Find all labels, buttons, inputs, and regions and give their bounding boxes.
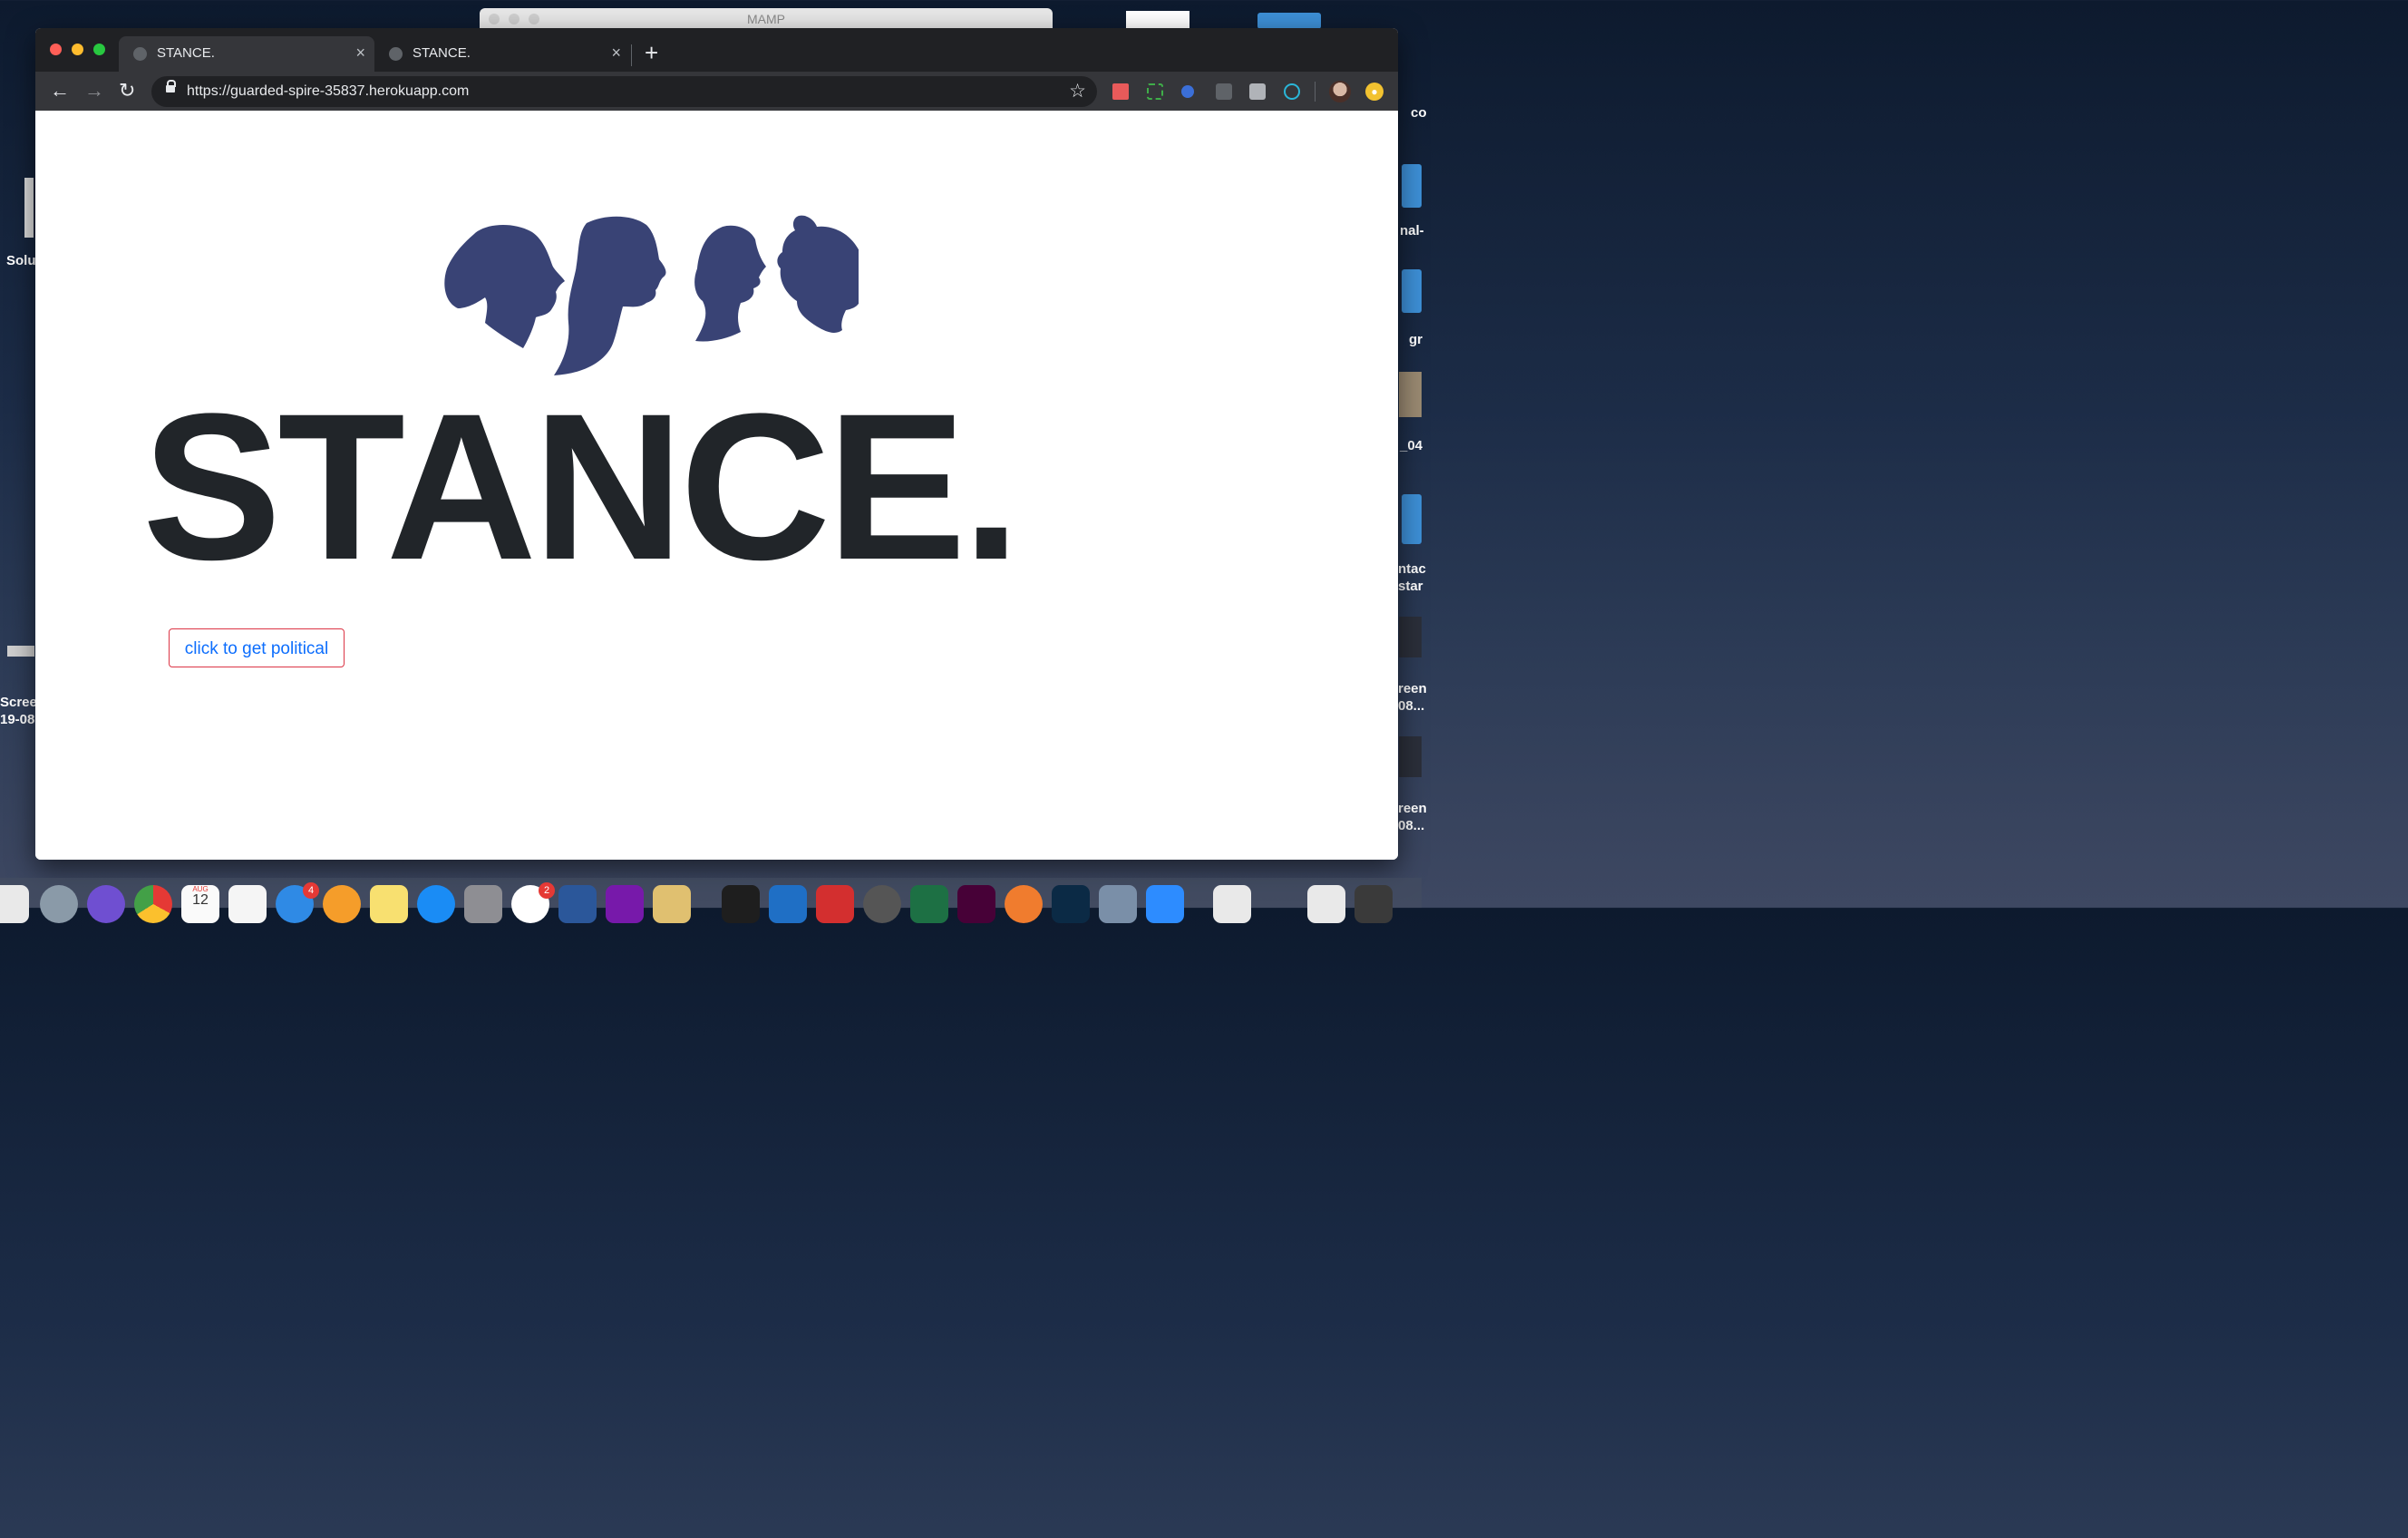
url-text[interactable]: https://guarded-spire-35837.herokuapp.co… (187, 83, 469, 100)
bookmark-star-icon[interactable]: ☆ (1069, 80, 1086, 102)
close-window-button[interactable] (50, 44, 62, 55)
siri-icon[interactable] (87, 885, 125, 923)
tab-divider (631, 44, 632, 66)
folder-icon[interactable] (1402, 494, 1422, 544)
desktop-item-label[interactable]: star (1398, 579, 1423, 594)
silhouette-long-hair (554, 216, 666, 375)
desktop-item-label[interactable]: 08... (1398, 818, 1424, 833)
app-store-icon[interactable] (417, 885, 455, 923)
postman-icon[interactable] (1005, 885, 1043, 923)
zoom-window-button[interactable] (93, 44, 105, 55)
page-viewport: STANCE. click to get political (35, 111, 1398, 860)
browser-window: STANCE. × STANCE. × + ← → ↻ https://guar… (35, 28, 1398, 860)
profile-avatar[interactable] (1329, 81, 1351, 102)
finder-icon[interactable] (0, 885, 29, 923)
extension-record-icon[interactable] (1112, 83, 1129, 100)
recent-document-icon[interactable] (1307, 885, 1345, 923)
word-icon[interactable] (558, 885, 597, 923)
folder-icon[interactable] (1402, 269, 1422, 313)
get-political-button[interactable]: click to get political (169, 628, 345, 667)
system-preferences-icon[interactable] (464, 885, 502, 923)
chrome-icon[interactable] (134, 885, 172, 923)
desktop-file[interactable] (7, 646, 34, 657)
desktop-item-label[interactable]: reen (1398, 681, 1427, 696)
silhouette-short-hair (694, 225, 766, 342)
desktop-thumbnail[interactable] (1126, 11, 1189, 29)
lock-icon (166, 80, 176, 92)
silhouette-ponytail (444, 224, 565, 348)
globe-icon (133, 47, 147, 61)
acrobat-icon[interactable] (816, 885, 854, 923)
desktop-item-label[interactable]: Scree (0, 695, 37, 710)
browser-toolbar: ← → ↻ https://guarded-spire-35837.heroku… (35, 72, 1398, 111)
toolbar-divider (1315, 82, 1316, 102)
close-tab-icon[interactable]: × (611, 44, 621, 63)
mamp-window[interactable]: MAMP (480, 8, 1053, 30)
github-desktop-icon[interactable] (863, 885, 901, 923)
tab-stance[interactable]: STANCE. × (374, 36, 630, 72)
extension-translate-icon[interactable] (1181, 85, 1194, 98)
preview-icon[interactable] (1099, 885, 1137, 923)
desktop-item-label[interactable]: reen (1398, 801, 1427, 816)
calendar-icon[interactable]: AUG 12 (181, 885, 219, 923)
mamp-title: MAMP (747, 12, 785, 26)
excel-icon[interactable] (910, 885, 948, 923)
desktop-item-label[interactable]: _04 (1400, 438, 1422, 453)
vscode-icon[interactable] (769, 885, 807, 923)
slack-badge: 2 (539, 882, 555, 899)
downloads-stack-icon[interactable] (1354, 885, 1393, 923)
tab-stance-active[interactable]: STANCE. × (119, 36, 374, 72)
extension-react-icon[interactable] (1284, 83, 1300, 100)
zoom-icon[interactable] (1146, 885, 1184, 923)
terminal-icon[interactable] (722, 885, 760, 923)
photoshop-icon[interactable] (1052, 885, 1090, 923)
desktop-item-label[interactable]: co (1411, 105, 1427, 121)
desktop-item-label[interactable]: gr (1409, 332, 1422, 347)
notes-icon[interactable] (370, 885, 408, 923)
address-bar[interactable]: https://guarded-spire-35837.herokuapp.co… (151, 76, 1097, 107)
desktop-file[interactable] (1399, 372, 1422, 417)
calendar-day: 12 (192, 892, 209, 908)
desktop-file[interactable] (1399, 617, 1422, 657)
recent-document-icon[interactable] (1213, 885, 1251, 923)
silhouettes-logo (444, 215, 859, 375)
back-button[interactable]: ← (50, 78, 70, 103)
onenote-icon[interactable] (606, 885, 644, 923)
notification-icon[interactable]: ● (1365, 83, 1384, 101)
silhouette-bun (777, 215, 859, 333)
launchpad-icon[interactable] (40, 885, 78, 923)
extension-k-icon[interactable] (1249, 83, 1266, 100)
desktop-file[interactable] (1399, 736, 1422, 777)
close-tab-icon[interactable]: × (355, 44, 365, 63)
books-icon[interactable] (323, 885, 361, 923)
reminders-icon[interactable] (228, 885, 267, 923)
reload-button[interactable]: ↻ (119, 78, 135, 103)
globe-icon (389, 47, 403, 61)
forward-button[interactable]: → (84, 78, 104, 103)
desktop-item-label[interactable]: 08... (1398, 698, 1424, 714)
tab-strip: STANCE. × STANCE. × + (35, 28, 1398, 72)
archive-utility-icon[interactable] (653, 885, 691, 923)
mail-badge: 4 (303, 882, 319, 899)
folder-icon[interactable] (1257, 13, 1321, 29)
adobe-xd-icon[interactable] (957, 885, 995, 923)
extension-screenshot-icon[interactable] (1147, 83, 1163, 100)
minimize-window-button[interactable] (72, 44, 83, 55)
desktop-item-label[interactable]: nal- (1400, 223, 1424, 238)
extension-json-icon[interactable] (1216, 83, 1232, 100)
new-tab-button[interactable]: + (645, 39, 658, 66)
tab-title: STANCE. (413, 45, 471, 61)
tab-title: STANCE. (157, 45, 215, 61)
folder-icon[interactable] (1402, 164, 1422, 208)
desktop-item-label[interactable]: ntac (1398, 561, 1426, 577)
brand-wordmark: STANCE. (142, 370, 1020, 603)
desktop-item-label[interactable]: Solu (6, 253, 36, 268)
desktop-item-label[interactable]: 19-08 (0, 712, 34, 727)
desktop-file[interactable] (24, 178, 34, 238)
